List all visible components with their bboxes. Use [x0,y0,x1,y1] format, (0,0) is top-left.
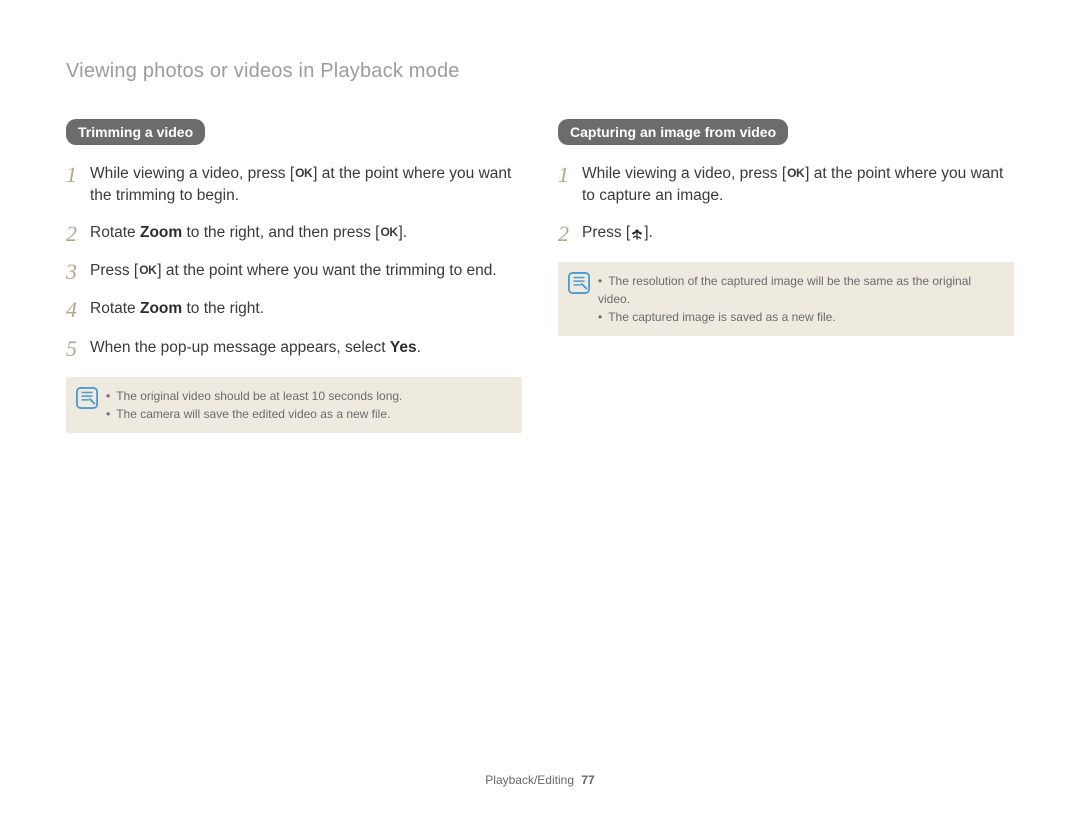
note-item: The resolution of the captured image wil… [598,272,1002,308]
step-text: When the pop-up message appears, select … [90,337,522,359]
step-text: Rotate Zoom to the right. [90,298,522,320]
note-icon [568,272,590,294]
ok-icon: OK [380,224,399,241]
step-text: While viewing a video, press [OK] at the… [90,163,522,208]
footer-page-number: 77 [581,773,594,787]
step-number: 4 [66,298,90,322]
step-text: Press []. [582,222,1014,244]
note-item: The camera will save the edited video as… [106,405,510,423]
step-item: 2 Press []. [558,222,1014,246]
step-number: 2 [558,222,582,246]
two-column-layout: Trimming a video 1 While viewing a video… [66,119,1014,433]
page-title: Viewing photos or videos in Playback mod… [66,60,1014,83]
manual-page: Viewing photos or videos in Playback mod… [0,0,1080,815]
step-item: 1 While viewing a video, press [OK] at t… [66,163,522,208]
footer-section: Playback/Editing [485,773,574,787]
note-box-right: The resolution of the captured image wil… [558,262,1014,336]
page-footer: Playback/Editing 77 [0,773,1080,787]
steps-right: 1 While viewing a video, press [OK] at t… [558,163,1014,246]
ok-icon: OK [294,165,313,182]
note-icon [76,387,98,409]
right-column: Capturing an image from video 1 While vi… [558,119,1014,433]
steps-left: 1 While viewing a video, press [OK] at t… [66,163,522,361]
step-number: 1 [66,163,90,187]
step-item: 3 Press [OK] at the point where you want… [66,260,522,284]
macro-flower-icon [630,226,644,240]
step-text: Rotate Zoom to the right, and then press… [90,222,522,244]
step-number: 2 [66,222,90,246]
ok-icon: OK [786,165,805,182]
step-text: Press [OK] at the point where you want t… [90,260,522,282]
subsection-heading-left: Trimming a video [66,119,205,145]
left-column: Trimming a video 1 While viewing a video… [66,119,522,433]
step-item: 1 While viewing a video, press [OK] at t… [558,163,1014,208]
step-text: While viewing a video, press [OK] at the… [582,163,1014,208]
note-list: The resolution of the captured image wil… [598,272,1002,326]
step-item: 2 Rotate Zoom to the right, and then pre… [66,222,522,246]
step-number: 1 [558,163,582,187]
step-item: 5 When the pop-up message appears, selec… [66,337,522,361]
step-item: 4 Rotate Zoom to the right. [66,298,522,322]
step-number: 3 [66,260,90,284]
subsection-heading-right: Capturing an image from video [558,119,788,145]
note-item: The captured image is saved as a new fil… [598,308,1002,326]
ok-icon: OK [138,262,157,279]
note-box-left: The original video should be at least 10… [66,377,522,433]
note-list: The original video should be at least 10… [106,387,510,423]
step-number: 5 [66,337,90,361]
note-item: The original video should be at least 10… [106,387,510,405]
